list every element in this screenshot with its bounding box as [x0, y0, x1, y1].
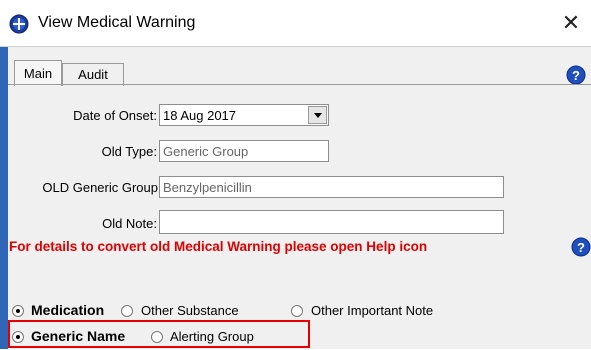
help-icon[interactable]: ? [571, 237, 591, 257]
dialog-window: View Medical Warning ✕ Main Audit ? Date… [0, 0, 591, 349]
help-icon[interactable]: ? [566, 65, 586, 85]
svg-text:?: ? [572, 68, 580, 83]
convert-warning-text: For details to convert old Medical Warni… [9, 239, 428, 254]
old-generic-group-label: OLD Generic Group [42, 180, 158, 195]
other-important-note-radio-label[interactable]: Other Important Note [311, 303, 433, 318]
other-important-note-radio[interactable] [291, 305, 303, 317]
close-button[interactable]: ✕ [556, 10, 586, 36]
main-tab-panel: Date of Onset: 18 Aug 2017 Old Type: Gen… [8, 84, 591, 350]
old-type-label: Old Type: [101, 144, 157, 159]
globe-icon [9, 14, 29, 34]
window-left-edge [0, 0, 8, 349]
window-title: View Medical Warning [38, 14, 196, 31]
old-type-field[interactable]: Generic Group [159, 140, 329, 162]
date-of-onset-value: 18 Aug 2017 [163, 108, 237, 123]
old-note-field[interactable] [159, 210, 504, 234]
date-of-onset-label: Date of Onset: [73, 108, 157, 123]
other-substance-radio[interactable] [121, 305, 133, 317]
medication-radio-label[interactable]: Medication [31, 302, 104, 318]
date-of-onset-select[interactable]: 18 Aug 2017 [159, 104, 329, 126]
old-note-label: Old Note: [102, 216, 157, 231]
dialog-content: Main Audit ? Date of Onset: 18 Aug 2017 … [8, 47, 591, 349]
old-type-value: Generic Group [163, 144, 249, 159]
old-generic-group-value: Benzylpenicillin [163, 180, 252, 195]
medication-radio[interactable] [12, 305, 24, 317]
old-generic-group-field[interactable]: Benzylpenicillin [159, 176, 504, 198]
other-substance-radio-label[interactable]: Other Substance [141, 303, 239, 318]
tab-audit[interactable]: Audit [62, 63, 124, 86]
svg-text:?: ? [577, 240, 585, 255]
chevron-down-icon[interactable] [308, 106, 327, 124]
title-bar: View Medical Warning ✕ [0, 0, 591, 47]
highlight-box [8, 320, 310, 348]
tab-main[interactable]: Main [14, 60, 62, 86]
